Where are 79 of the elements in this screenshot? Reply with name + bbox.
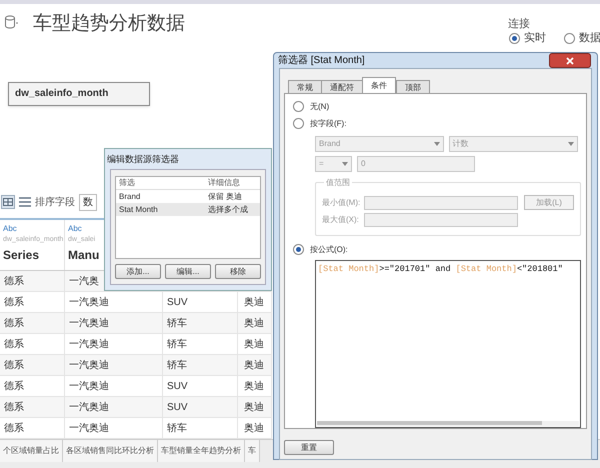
group-label: 值范围 <box>324 177 352 189</box>
table-cell-text: 德系 <box>4 274 24 288</box>
caret-icon <box>434 142 440 146</box>
dialog-button[interactable]: 编辑... <box>165 264 211 279</box>
table-cell-text: 一汽奥迪 <box>69 380 109 394</box>
table-cell-text: 德系 <box>4 358 24 372</box>
radio-button[interactable] <box>564 32 575 44</box>
table-cell-text: 奥迪 <box>244 316 264 330</box>
table-cell-text: 轿车 <box>167 358 187 372</box>
table-cell-text: 德系 <box>4 338 24 352</box>
database-icon <box>4 15 18 29</box>
formula-field[interactable]: [Stat Month]>="201701" and [Stat Month]<"201801" <box>315 260 581 428</box>
connection-option[interactable]: 实时 <box>509 30 546 46</box>
table-cell-text: 德系 <box>4 380 24 394</box>
table-cell-text: SUV <box>167 400 188 414</box>
sheet-tab[interactable]: 车型销量全年趋势分析 <box>158 440 245 462</box>
dialog-tab[interactable]: 常规 <box>288 80 322 93</box>
sheet-tab[interactable]: 车 <box>245 440 260 462</box>
radio-button[interactable] <box>509 32 520 44</box>
table-cell-text: SUV <box>167 380 188 394</box>
dialog-button[interactable]: 添加... <box>115 264 161 279</box>
dialog-tab[interactable]: 通配符 <box>321 80 363 93</box>
sheet-tab[interactable]: 各区域销售同比环比分析 <box>63 440 158 462</box>
sort-field-label: 排序字段 <box>35 196 75 210</box>
table-cell-text: 一汽奥 <box>69 274 99 288</box>
list-header: 筛选 <box>118 177 136 189</box>
column-header[interactable]: Series <box>3 246 40 264</box>
table-cell-text: 一汽奥迪 <box>69 338 109 352</box>
dialog-tab[interactable]: 顶部 <box>396 80 430 93</box>
table-cell-text: 奥迪 <box>244 400 264 414</box>
grid-view-icon[interactable] <box>1 195 15 209</box>
scrollbar-thumb[interactable] <box>317 421 542 425</box>
page-title: 车型趋势分析数据 <box>33 12 185 36</box>
sheet-tab[interactable]: 个区域销量占比 <box>0 440 63 462</box>
table-cell-text: 奥迪 <box>244 296 264 310</box>
close-icon <box>566 56 574 64</box>
data-type-label: Abc <box>3 224 17 234</box>
table-cell-text: 轿车 <box>167 338 187 352</box>
table-cell-text: 一汽奥迪 <box>69 400 109 414</box>
caret-icon <box>568 142 574 146</box>
field-label: 最大值(X): <box>322 214 360 226</box>
close-button[interactable] <box>549 53 591 68</box>
table-cell-text: SUV <box>167 296 188 310</box>
list-view-icon[interactable] <box>19 197 31 207</box>
table-cell-text: 轿车 <box>167 316 187 330</box>
radio-button[interactable] <box>293 118 304 129</box>
radio-option[interactable]: 按公式(O): <box>293 243 578 256</box>
filter-row[interactable]: Stat Month 选择多个成 <box>116 203 260 216</box>
dialog-title: 编辑数据源筛选器 <box>106 153 180 166</box>
radio-button[interactable] <box>293 244 304 255</box>
dialog-title: 筛选器 [Stat Month] <box>278 54 365 68</box>
table-cell-text: 奥迪 <box>244 380 264 394</box>
data-source-box[interactable]: dw_saleinfo_month <box>8 82 150 106</box>
radio-option[interactable]: 按字段(F): <box>293 117 578 130</box>
table-cell-text: 德系 <box>4 316 24 330</box>
table-cell-text: 一汽奥迪 <box>69 316 109 330</box>
sort-field-dropdown[interactable]: 数 <box>79 194 97 210</box>
field-label: 最小值(M): <box>322 196 362 208</box>
table-cell-text: 一汽奥迪 <box>69 422 109 436</box>
list-header: 详细信息 <box>208 177 240 189</box>
data-type-label: Abc <box>68 224 82 234</box>
table-cell-text: 轿车 <box>167 422 187 436</box>
formula-text: [Stat Month]>="201701" and [Stat Month]<"201801" <box>317 263 564 276</box>
caret-icon <box>342 162 348 166</box>
table-cell-text: 一汽奥迪 <box>69 296 109 310</box>
dialog-tab[interactable]: 条件 <box>362 77 396 93</box>
table-cell-text: 德系 <box>4 422 24 436</box>
radio-option[interactable]: 无(N) <box>293 100 578 113</box>
reset-button[interactable]: 重置 <box>284 440 334 455</box>
column-header[interactable]: Manu <box>68 246 100 264</box>
radio-button[interactable] <box>293 101 304 112</box>
table-cell-text: 奥迪 <box>244 338 264 352</box>
dialog-button[interactable]: 移除 <box>215 264 261 279</box>
table-cell-text: 奥迪 <box>244 422 264 436</box>
table-cell-text: 奥迪 <box>244 358 264 372</box>
connection-label: 连接 <box>508 16 530 32</box>
table-cell-text: 德系 <box>4 296 24 310</box>
table-cell-text: 一汽奥迪 <box>69 358 109 372</box>
table-cell-text: 德系 <box>4 400 24 414</box>
